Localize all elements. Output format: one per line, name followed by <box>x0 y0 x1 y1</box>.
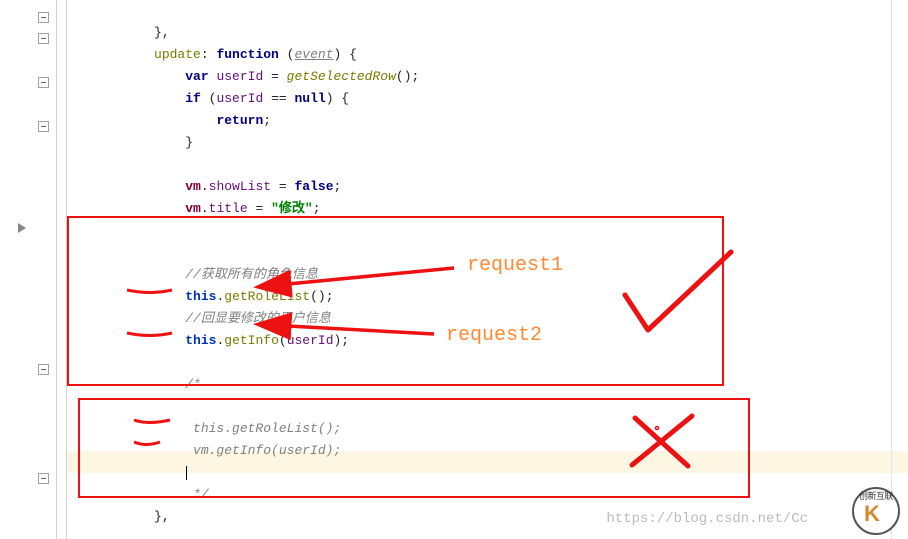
fold-marker[interactable] <box>38 473 49 484</box>
code-line: } <box>76 110 896 132</box>
annotation-box-correct <box>67 216 724 386</box>
fold-marker[interactable] <box>38 12 49 23</box>
annotation-label-request2: request2 <box>446 324 542 347</box>
gutter-border <box>56 0 57 539</box>
fold-marker[interactable] <box>38 364 49 375</box>
code-line: vm.showList = false; <box>76 154 896 176</box>
screenshot-root: }, update: function (event) { var userId… <box>0 0 908 539</box>
annotation-label-request1: request1 <box>467 254 563 277</box>
breakpoint-marker-icon[interactable] <box>18 223 26 233</box>
fold-marker[interactable] <box>38 33 49 44</box>
code-line: vm.title = "修改"; <box>76 176 896 198</box>
fold-marker[interactable] <box>38 121 49 132</box>
logo-top-text: 创新互联 <box>858 489 894 502</box>
code-line: if (userId == null) { <box>76 66 896 88</box>
blank-line <box>76 132 896 154</box>
code-line: var userId = getSelectedRow(); <box>76 44 896 66</box>
code-line: }, <box>76 0 896 22</box>
code-text: }, <box>123 509 170 524</box>
annotation-box-wrong <box>78 398 750 498</box>
fold-marker[interactable] <box>38 77 49 88</box>
logo-letter-icon: K <box>864 501 880 527</box>
code-line: return; <box>76 88 896 110</box>
code-line: update: function (event) { <box>76 22 896 44</box>
watermark-url: https://blog.csdn.net/Cc <box>606 511 808 527</box>
editor-gutter <box>0 0 67 539</box>
watermark-logo: K 创新互联 <box>852 487 900 535</box>
